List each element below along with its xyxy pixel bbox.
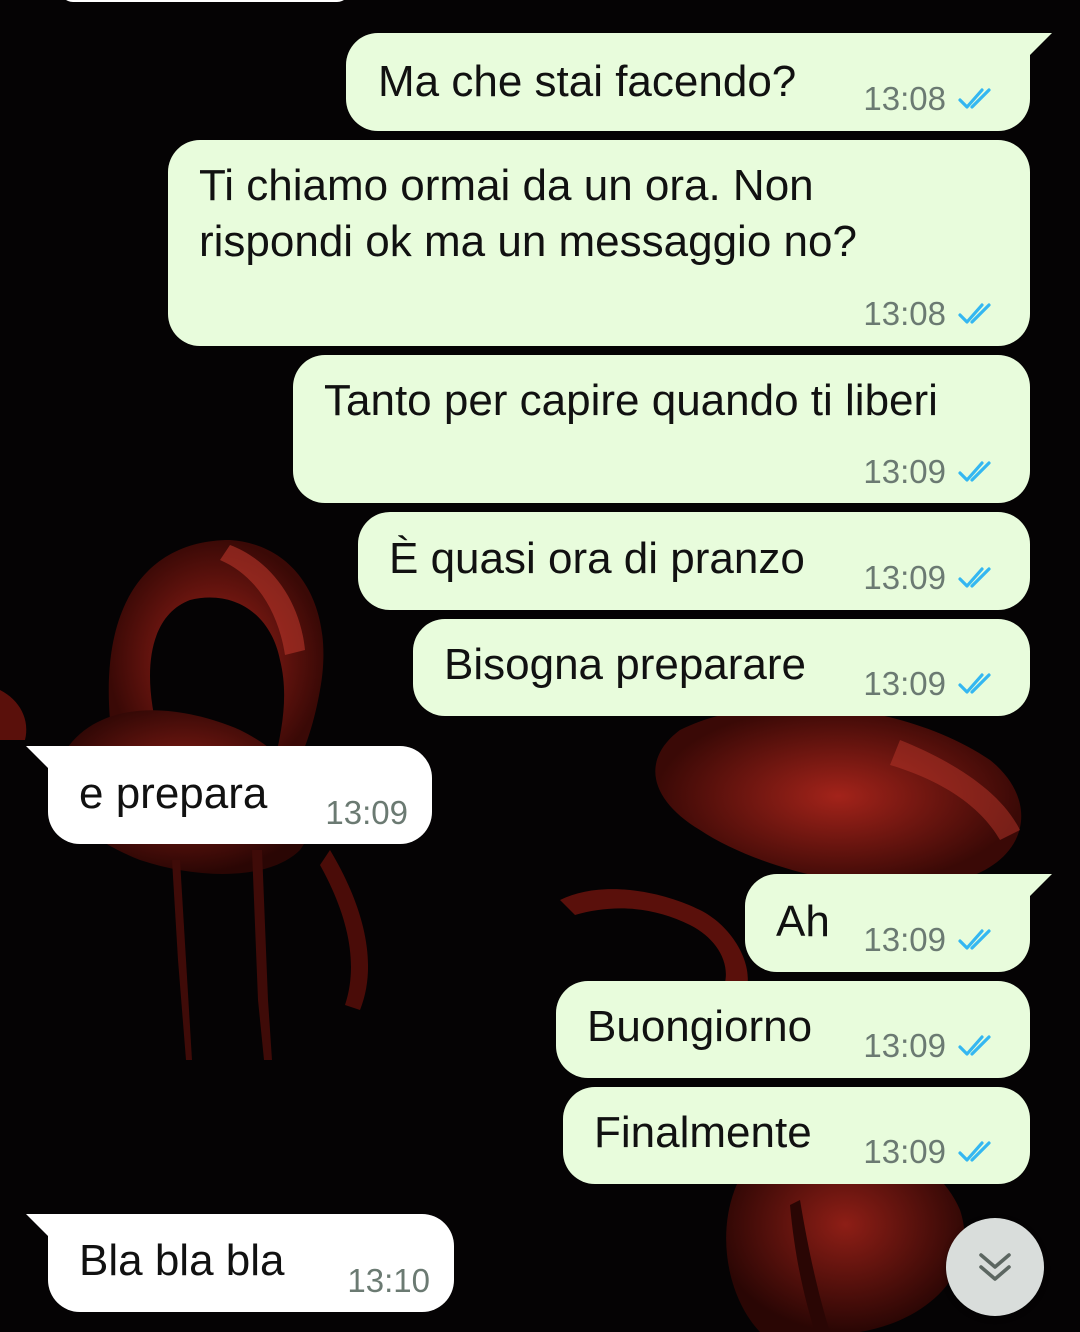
double-check-icon <box>958 303 991 324</box>
bubble-tail <box>26 746 50 770</box>
outgoing-message[interactable]: Buongiorno 13:09 <box>556 981 1030 1078</box>
double-check-icon <box>958 1141 991 1162</box>
message-text: Tanto per capire quando ti liberi <box>324 376 938 425</box>
bubble-tail <box>1028 874 1052 898</box>
chevron-double-down-icon <box>979 1253 1011 1281</box>
bubble-tail <box>26 1214 50 1238</box>
message-text: Bisogna preparare <box>444 640 807 689</box>
message-time: 13:09 <box>863 665 946 702</box>
message-meta: 13:09 <box>863 1132 1002 1172</box>
message-meta: 13:09 <box>325 793 408 833</box>
message-meta: 13:09 <box>863 664 1002 704</box>
outgoing-message[interactable]: Ah 13:09 <box>745 874 1052 972</box>
outgoing-message[interactable]: Ti chiamo ormai da un ora. Non rispondi … <box>168 140 1030 346</box>
double-check-icon <box>958 461 991 482</box>
message-time: 13:09 <box>863 1027 946 1064</box>
message-meta: 13:08 <box>863 294 1002 334</box>
message-meta: 13:09 <box>863 1026 1002 1066</box>
message-time: 13:09 <box>863 1133 946 1170</box>
message-text: Ma che stai facendo? <box>378 57 797 106</box>
message-text: Finalmente <box>594 1108 812 1157</box>
message-text: Buongiorno <box>587 1002 813 1051</box>
message-time: 13:08 <box>863 80 946 117</box>
message-text: Bla bla bla <box>79 1236 285 1285</box>
outgoing-message[interactable]: Tanto per capire quando ti liberi 13:09 <box>293 355 1030 503</box>
outgoing-message[interactable]: Finalmente 13:09 <box>563 1087 1030 1184</box>
message-time: 13:09 <box>863 921 946 958</box>
outgoing-message[interactable]: È quasi ora di pranzo 13:09 <box>358 512 1030 610</box>
outgoing-message[interactable]: Ma che stai facendo? 13:08 <box>346 33 1052 131</box>
previous-message-edge <box>60 0 350 2</box>
message-text: e prepara <box>79 769 268 818</box>
message-time: 13:10 <box>347 1262 430 1299</box>
message-text: Ti chiamo ormai da un ora. Non rispondi … <box>199 161 857 266</box>
message-time: 13:08 <box>863 295 946 332</box>
message-meta: 13:08 <box>863 79 1002 119</box>
incoming-message[interactable]: Bla bla bla 13:10 <box>26 1214 454 1312</box>
message-meta: 13:09 <box>863 558 1002 598</box>
message-time: 13:09 <box>863 453 946 490</box>
outgoing-message[interactable]: Bisogna preparare 13:09 <box>413 619 1030 716</box>
chat-message-list[interactable]: Ma che stai facendo? 13:08 Ti chiamo orm… <box>0 0 1080 1332</box>
message-time: 13:09 <box>863 559 946 596</box>
double-check-icon <box>958 1035 991 1056</box>
message-text: Ah <box>776 897 830 946</box>
double-check-icon <box>958 88 991 109</box>
double-check-icon <box>958 567 991 588</box>
message-meta: 13:09 <box>863 452 1002 492</box>
double-check-icon <box>958 929 991 950</box>
message-meta: 13:09 <box>863 920 1002 960</box>
message-text: È quasi ora di pranzo <box>389 534 805 583</box>
message-time: 13:09 <box>325 794 408 831</box>
bubble-tail <box>1028 33 1052 57</box>
double-check-icon <box>958 673 991 694</box>
message-meta: 13:10 <box>347 1261 430 1301</box>
incoming-message[interactable]: e prepara 13:09 <box>26 746 432 844</box>
scroll-to-bottom-button[interactable] <box>946 1218 1044 1316</box>
